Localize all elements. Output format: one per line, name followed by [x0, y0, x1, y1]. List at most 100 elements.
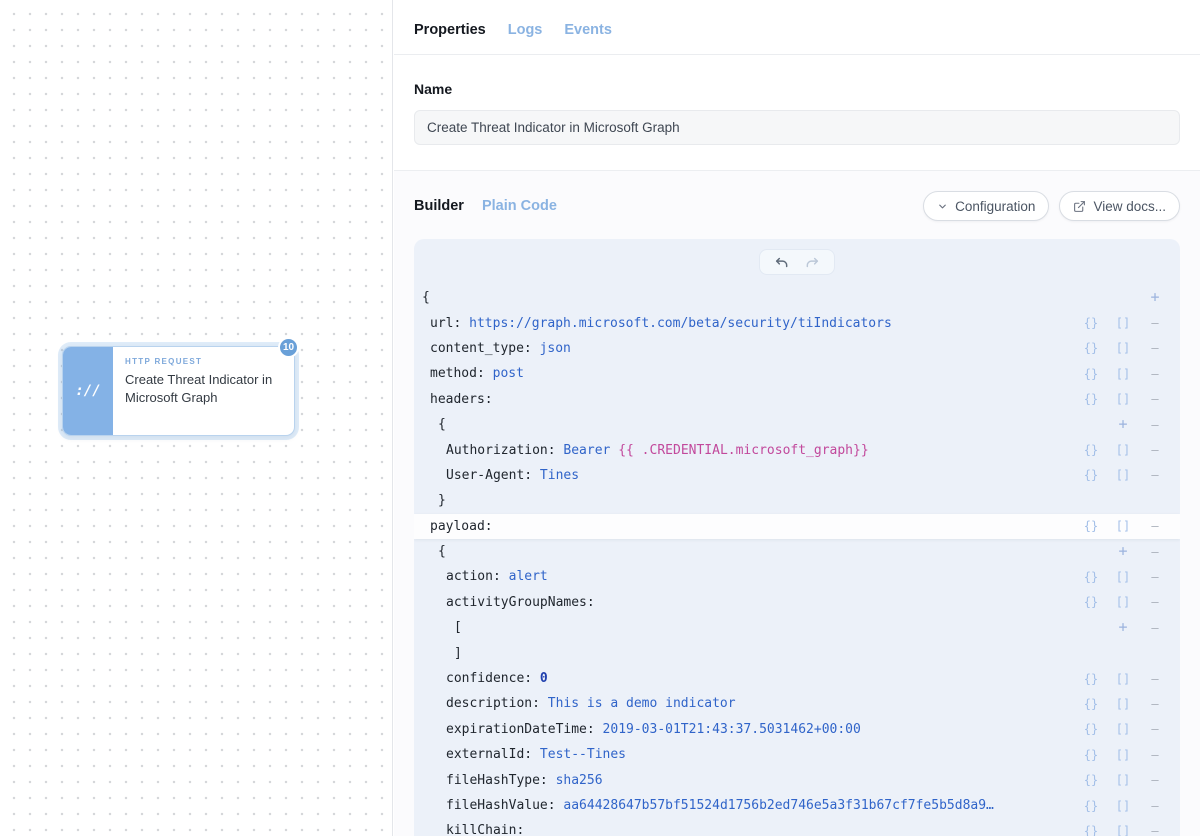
code-line[interactable]: {+—	[414, 539, 1180, 564]
remove-row-icon[interactable]: —	[1144, 774, 1166, 786]
array-control-icon[interactable]: []	[1112, 368, 1134, 380]
array-control-icon[interactable]: []	[1112, 749, 1134, 761]
remove-row-icon[interactable]: —	[1144, 419, 1166, 431]
array-control-icon[interactable]: []	[1112, 596, 1134, 608]
undo-redo-toolbar	[759, 249, 835, 275]
http-request-node[interactable]: :// HTTP REQUEST Create Threat Indicator…	[62, 346, 295, 436]
redo-icon[interactable]	[804, 255, 820, 270]
code-editor[interactable]: {+url: https://graph.microsoft.com/beta/…	[414, 285, 1180, 836]
tab-properties[interactable]: Properties	[414, 22, 486, 38]
code-line[interactable]: }	[414, 488, 1180, 513]
events-count-badge[interactable]: 10	[278, 337, 299, 358]
remove-row-icon[interactable]: —	[1144, 342, 1166, 354]
object-control-icon[interactable]: {}	[1080, 723, 1102, 735]
code-line[interactable]: [+—	[414, 615, 1180, 640]
object-control-icon[interactable]: {}	[1080, 444, 1102, 456]
array-control-icon[interactable]: []	[1112, 520, 1134, 532]
code-line[interactable]: {+	[414, 285, 1180, 310]
array-control-icon[interactable]: []	[1112, 800, 1134, 812]
http-request-icon-glyph: ://	[75, 383, 100, 399]
object-control-icon[interactable]: {}	[1080, 368, 1102, 380]
remove-row-icon[interactable]: —	[1144, 723, 1166, 735]
remove-row-icon[interactable]: —	[1144, 800, 1166, 812]
object-control-icon[interactable]: {}	[1080, 749, 1102, 761]
array-control-icon[interactable]: []	[1112, 571, 1134, 583]
remove-row-icon[interactable]: —	[1144, 825, 1166, 836]
object-control-icon[interactable]: {}	[1080, 342, 1102, 354]
object-control-icon[interactable]: {}	[1080, 800, 1102, 812]
code-line[interactable]: confidence: 0{}[]—	[414, 666, 1180, 691]
name-input[interactable]: Create Threat Indicator in Microsoft Gra…	[414, 110, 1180, 145]
http-request-icon: ://	[63, 347, 113, 435]
object-control-icon[interactable]: {}	[1080, 774, 1102, 786]
object-control-icon[interactable]: {}	[1080, 469, 1102, 481]
name-label: Name	[414, 81, 1180, 97]
tab-events[interactable]: Events	[564, 22, 612, 38]
add-row-icon[interactable]: +	[1112, 620, 1134, 635]
remove-row-icon[interactable]: —	[1144, 571, 1166, 583]
code-line[interactable]: action: alert{}[]—	[414, 564, 1180, 589]
code-line[interactable]: content_type: json{}[]—	[414, 336, 1180, 361]
array-control-icon[interactable]: []	[1112, 673, 1134, 685]
remove-row-icon[interactable]: —	[1144, 698, 1166, 710]
remove-row-icon[interactable]: —	[1144, 596, 1166, 608]
builder-header: Builder Plain Code Configuration	[414, 171, 1180, 239]
code-line[interactable]: expirationDateTime: 2019-03-01T21:43:37.…	[414, 717, 1180, 742]
code-line[interactable]: {+—	[414, 412, 1180, 437]
header-buttons: Configuration View docs...	[923, 191, 1180, 221]
object-control-icon[interactable]: {}	[1080, 825, 1102, 836]
object-control-icon[interactable]: {}	[1080, 698, 1102, 710]
array-control-icon[interactable]: []	[1112, 723, 1134, 735]
array-control-icon[interactable]: []	[1112, 469, 1134, 481]
code-line[interactable]: method: post{}[]—	[414, 361, 1180, 386]
configuration-button[interactable]: Configuration	[923, 191, 1049, 221]
code-line[interactable]: externalId: Test--Tines{}[]—	[414, 742, 1180, 767]
remove-row-icon[interactable]: —	[1144, 520, 1166, 532]
object-control-icon[interactable]: {}	[1080, 393, 1102, 405]
remove-row-icon[interactable]: —	[1144, 749, 1166, 761]
object-control-icon[interactable]: {}	[1080, 673, 1102, 685]
code-line[interactable]: activityGroupNames:{}[]—	[414, 590, 1180, 615]
object-control-icon[interactable]: {}	[1080, 596, 1102, 608]
object-control-icon[interactable]: {}	[1080, 571, 1102, 583]
object-control-icon[interactable]: {}	[1080, 520, 1102, 532]
tab-builder[interactable]: Builder	[414, 198, 464, 214]
remove-row-icon[interactable]: —	[1144, 546, 1166, 558]
story-canvas[interactable]: :// HTTP REQUEST Create Threat Indicator…	[0, 0, 393, 836]
remove-row-icon[interactable]: —	[1144, 317, 1166, 329]
add-row-icon[interactable]: +	[1144, 290, 1166, 305]
object-control-icon[interactable]: {}	[1080, 317, 1102, 329]
array-control-icon[interactable]: []	[1112, 825, 1134, 836]
code-line[interactable]: url: https://graph.microsoft.com/beta/se…	[414, 310, 1180, 335]
remove-row-icon[interactable]: —	[1144, 444, 1166, 456]
code-line[interactable]: Authorization: Bearer {{ .CREDENTIAL.mic…	[414, 437, 1180, 462]
remove-row-icon[interactable]: —	[1144, 393, 1166, 405]
view-docs-button[interactable]: View docs...	[1059, 191, 1180, 221]
undo-icon[interactable]	[774, 255, 790, 270]
array-control-icon[interactable]: []	[1112, 393, 1134, 405]
remove-row-icon[interactable]: —	[1144, 622, 1166, 634]
code-line[interactable]: ]	[414, 640, 1180, 665]
array-control-icon[interactable]: []	[1112, 317, 1134, 329]
array-control-icon[interactable]: []	[1112, 774, 1134, 786]
tines-app: :// HTTP REQUEST Create Threat Indicator…	[0, 0, 1200, 836]
tab-logs[interactable]: Logs	[508, 22, 543, 38]
builder-tabs: Builder Plain Code	[414, 198, 557, 214]
code-line[interactable]: User-Agent: Tines{}[]—	[414, 463, 1180, 488]
code-line[interactable]: payload:{}[]—	[414, 514, 1180, 539]
remove-row-icon[interactable]: —	[1144, 368, 1166, 380]
tab-plain-code[interactable]: Plain Code	[482, 198, 557, 214]
code-line[interactable]: killChain:{}[]—	[414, 818, 1180, 836]
array-control-icon[interactable]: []	[1112, 444, 1134, 456]
code-line[interactable]: fileHashValue: aa64428647b57bf51524d1756…	[414, 793, 1180, 818]
add-row-icon[interactable]: +	[1112, 417, 1134, 432]
code-line[interactable]: fileHashType: sha256{}[]—	[414, 767, 1180, 792]
add-row-icon[interactable]: +	[1112, 544, 1134, 559]
remove-row-icon[interactable]: —	[1144, 469, 1166, 481]
array-control-icon[interactable]: []	[1112, 342, 1134, 354]
code-line[interactable]: headers:{}[]—	[414, 387, 1180, 412]
code-line[interactable]: description: This is a demo indicator{}[…	[414, 691, 1180, 716]
array-control-icon[interactable]: []	[1112, 698, 1134, 710]
remove-row-icon[interactable]: —	[1144, 673, 1166, 685]
chevron-down-icon	[937, 201, 948, 212]
